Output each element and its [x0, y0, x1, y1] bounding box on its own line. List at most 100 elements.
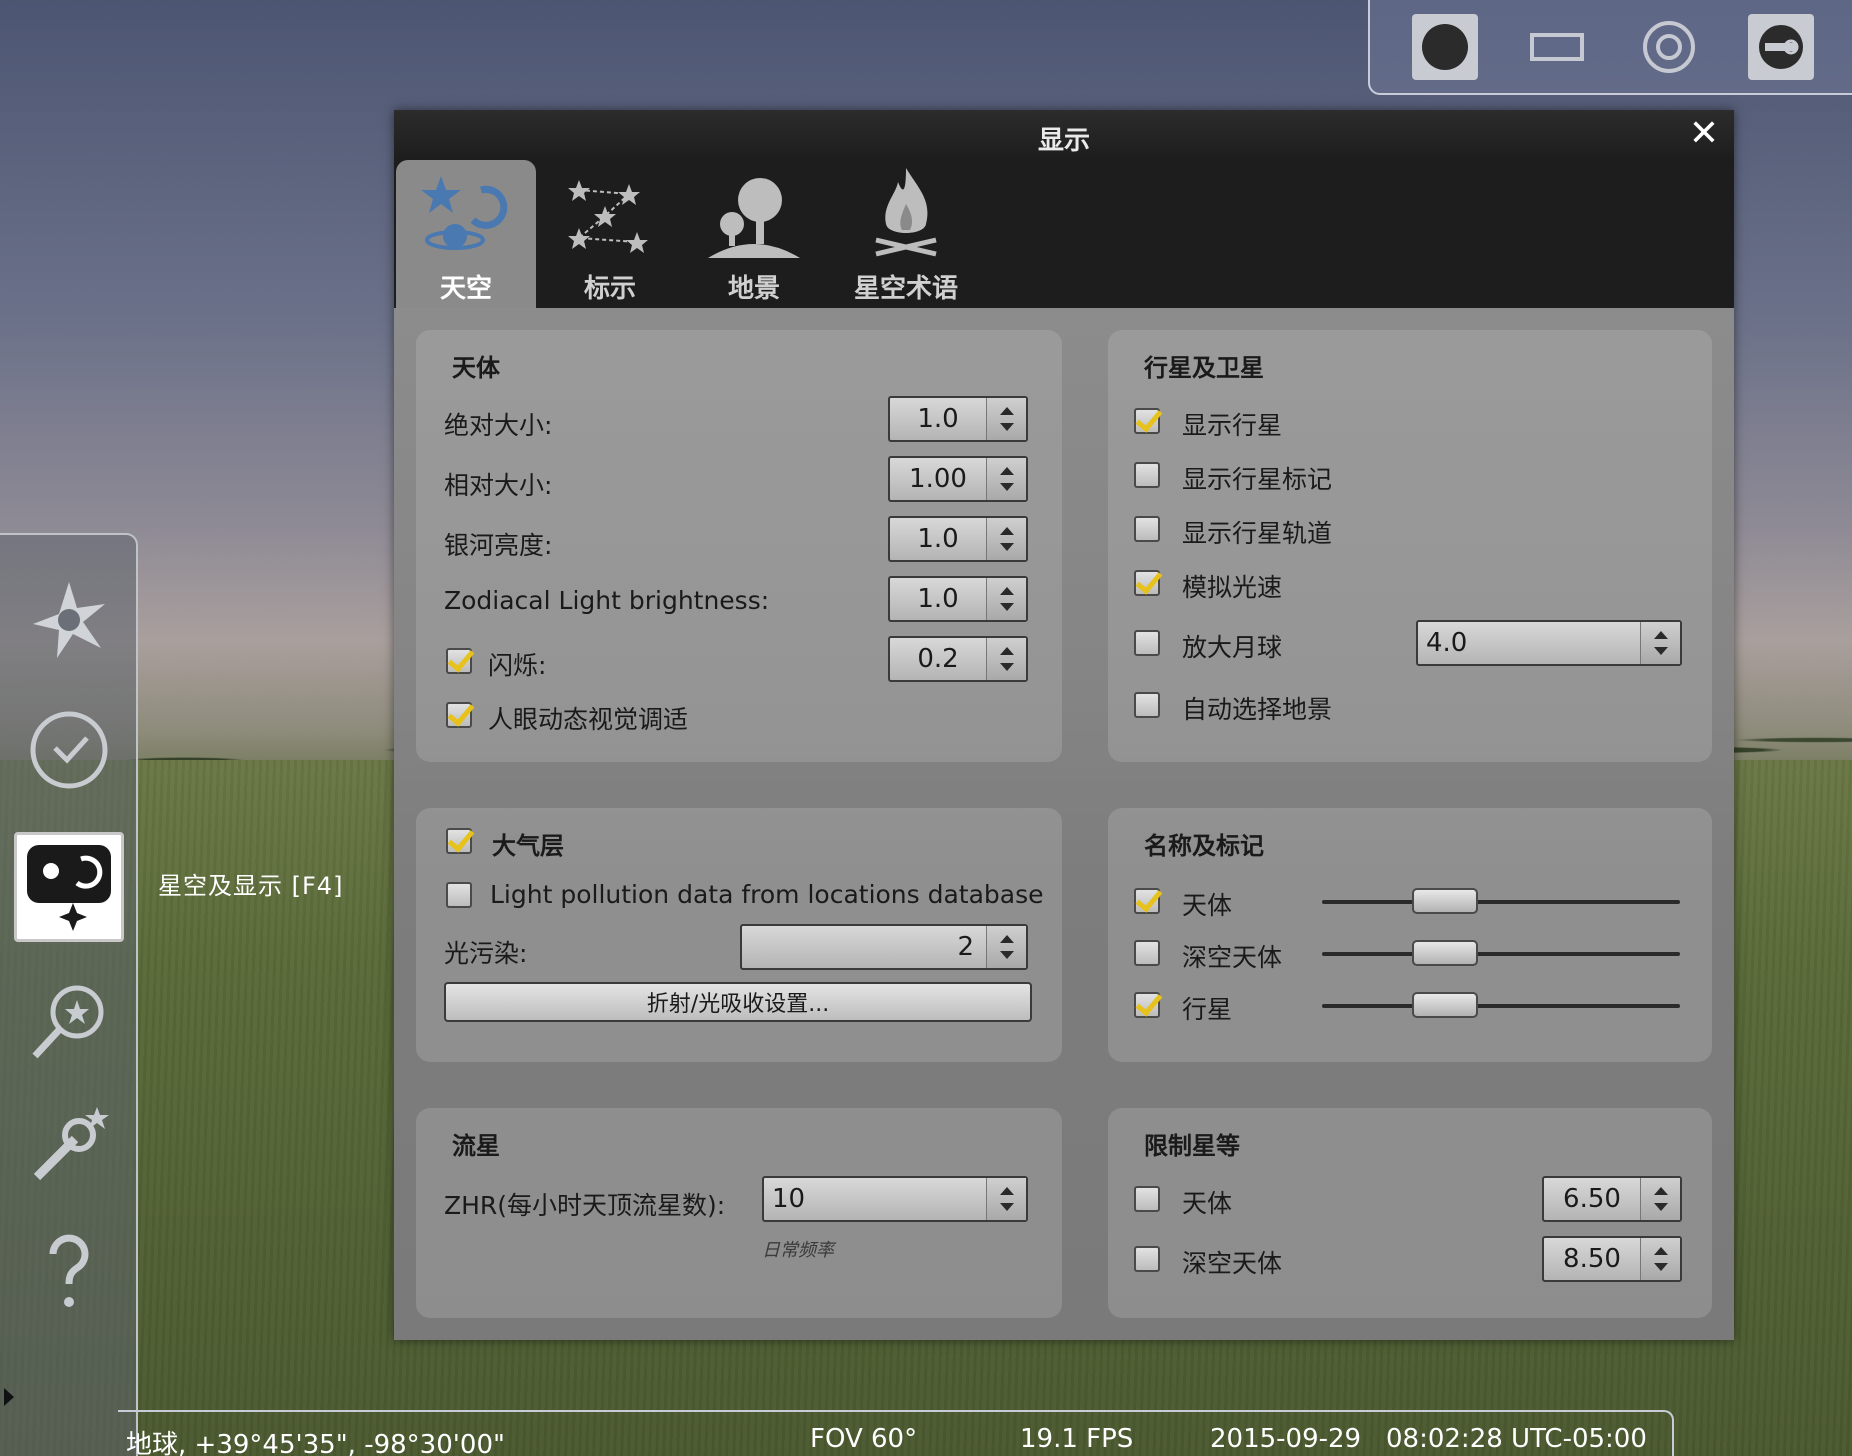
spin-arrows-icon[interactable]: [986, 398, 1026, 440]
label-dso-slider-handle[interactable]: [1412, 940, 1478, 966]
label-stars-slider-handle[interactable]: [1412, 888, 1478, 914]
light-pollution-db-checkbox[interactable]: [446, 882, 472, 908]
zhr-spinbox[interactable]: 10: [762, 1176, 1028, 1222]
absolute-scale-label: 绝对大小:: [444, 411, 553, 440]
light-speed-label: 模拟光速: [1182, 573, 1283, 602]
show-markers-checkbox[interactable]: [1134, 462, 1160, 488]
datetime-icon[interactable]: [24, 705, 114, 795]
meteors-panel: 流星 ZHR(每小时天顶流星数): 10 日常频率: [416, 1108, 1062, 1318]
relative-scale-label: 相对大小:: [444, 471, 553, 500]
close-icon[interactable]: ✕: [1686, 116, 1722, 152]
label-stars-checkbox[interactable]: [1134, 888, 1160, 914]
limit-stars-checkbox[interactable]: [1134, 1186, 1160, 1212]
light-speed-checkbox[interactable]: [1134, 570, 1160, 596]
labels-panel: 名称及标记 天体 深空天体 行星: [1108, 808, 1712, 1062]
label-planets-label: 行星: [1182, 995, 1233, 1024]
configuration-icon[interactable]: [24, 1100, 114, 1190]
landscape-icon: [694, 160, 814, 260]
sky-tab-content: 天体 绝对大小: 1.0 相对大小: 1.00 银河亮度: 1.0 Zodiac…: [394, 308, 1734, 1340]
tab-landscape[interactable]: 地景: [684, 160, 824, 308]
zhr-hint: 日常频率: [762, 1240, 834, 1261]
spin-arrows-icon[interactable]: [986, 926, 1026, 968]
status-date[interactable]: 2015-09-29: [1210, 1424, 1361, 1454]
location-icon[interactable]: [24, 575, 114, 665]
status-time[interactable]: 08:02:28 UTC-05:00: [1386, 1424, 1647, 1454]
view-dialog: 显示 ✕ 天空 标示 地景 星空术语 天体 绝对大小: 1.0 相对大小: 1.…: [394, 110, 1734, 1340]
atmosphere-checkbox[interactable]: [446, 828, 472, 854]
label-dso-checkbox[interactable]: [1134, 940, 1160, 966]
help-icon[interactable]: [24, 1225, 114, 1315]
label-dso-slider[interactable]: [1322, 952, 1680, 956]
label-planets-slider[interactable]: [1322, 1004, 1680, 1008]
meteors-panel-title: 流星: [452, 1132, 500, 1160]
spin-arrows-icon[interactable]: [1640, 1238, 1680, 1280]
labels-panel-title: 名称及标记: [1144, 832, 1264, 860]
light-pollution-db-label: Light pollution data from locations data…: [490, 880, 1044, 909]
relative-scale-value: 1.00: [909, 464, 967, 494]
tab-starlore[interactable]: 星空术语: [828, 160, 984, 308]
tab-sky[interactable]: 天空: [396, 160, 536, 308]
twinkle-value: 0.2: [917, 644, 959, 674]
tab-starlore-label: 星空术语: [853, 274, 958, 304]
search-icon[interactable]: [24, 975, 114, 1065]
light-pollution-label: 光污染:: [444, 939, 528, 968]
spin-arrows-icon[interactable]: [986, 458, 1026, 500]
auto-landscape-checkbox[interactable]: [1134, 692, 1160, 718]
status-location[interactable]: 地球, +39°45'35", -98°30'00": [126, 1424, 505, 1456]
spin-arrows-icon[interactable]: [1640, 622, 1680, 664]
label-stars-label: 天体: [1182, 891, 1233, 920]
target-icon[interactable]: [1636, 14, 1702, 80]
zhr-value: 10: [772, 1184, 806, 1214]
show-planets-checkbox[interactable]: [1134, 408, 1160, 434]
top-toolbar: [1368, 0, 1852, 95]
sidebar-tooltip: 星空及显示 [F4]: [158, 872, 344, 900]
starlore-icon: [846, 160, 966, 260]
relative-scale-spinbox[interactable]: 1.00: [888, 456, 1028, 502]
light-pollution-spinbox[interactable]: 2: [740, 924, 1028, 970]
milky-way-spinbox[interactable]: 1.0: [888, 516, 1028, 562]
show-planets-label: 显示行星: [1182, 411, 1283, 440]
absolute-scale-spinbox[interactable]: 1.0: [888, 396, 1028, 442]
spin-arrows-icon[interactable]: [986, 578, 1026, 620]
refraction-settings-button[interactable]: 折射/光吸收设置...: [444, 982, 1032, 1022]
spin-arrows-icon[interactable]: [1640, 1178, 1680, 1220]
scale-moon-spinbox[interactable]: 4.0: [1416, 620, 1682, 666]
limit-dso-spinbox[interactable]: 8.50: [1542, 1236, 1682, 1282]
absolute-scale-value: 1.0: [917, 404, 959, 434]
twinkle-label: 闪烁:: [488, 651, 547, 680]
scale-moon-value: 4.0: [1426, 628, 1468, 658]
label-planets-checkbox[interactable]: [1134, 992, 1160, 1018]
show-orbits-checkbox[interactable]: [1134, 516, 1160, 542]
limit-stars-value: 6.50: [1563, 1184, 1621, 1214]
stars-panel-title: 天体: [452, 354, 500, 382]
scale-moon-checkbox[interactable]: [1134, 630, 1160, 656]
stars-panel: 天体 绝对大小: 1.0 相对大小: 1.00 银河亮度: 1.0 Zodiac…: [416, 330, 1062, 762]
planets-panel-title: 行星及卫星: [1144, 354, 1264, 382]
expand-arrow-icon[interactable]: [4, 1388, 14, 1406]
limit-magnitude-panel: 限制星等 天体 6.50 深空天体 8.50: [1108, 1108, 1712, 1318]
twinkle-checkbox[interactable]: [446, 648, 472, 674]
limit-dso-checkbox[interactable]: [1134, 1246, 1160, 1272]
tab-markings-label: 标示: [583, 274, 636, 304]
eye-adapt-checkbox[interactable]: [446, 702, 472, 728]
window-rect-icon[interactable]: [1524, 14, 1590, 80]
zodiacal-spinbox[interactable]: 1.0: [888, 576, 1028, 622]
milky-way-label: 银河亮度:: [444, 531, 553, 560]
limit-dso-label: 深空天体: [1182, 1249, 1283, 1278]
dialog-titlebar[interactable]: 显示 ✕: [394, 110, 1734, 160]
label-planets-slider-handle[interactable]: [1412, 992, 1478, 1018]
status-fps: 19.1 FPS: [1020, 1424, 1134, 1454]
plugin-icon[interactable]: [1748, 13, 1814, 80]
fullscreen-circle-icon[interactable]: [1412, 13, 1478, 80]
milky-way-value: 1.0: [917, 524, 959, 554]
label-stars-slider[interactable]: [1322, 900, 1680, 904]
spin-arrows-icon[interactable]: [986, 1178, 1026, 1220]
sky-icon: [406, 160, 526, 260]
spin-arrows-icon[interactable]: [986, 518, 1026, 560]
sky-display-icon[interactable]: [14, 832, 124, 942]
constellation-icon: [550, 160, 670, 260]
spin-arrows-icon[interactable]: [986, 638, 1026, 680]
limit-stars-spinbox[interactable]: 6.50: [1542, 1176, 1682, 1222]
tab-markings[interactable]: 标示: [540, 160, 680, 308]
twinkle-spinbox[interactable]: 0.2: [888, 636, 1028, 682]
